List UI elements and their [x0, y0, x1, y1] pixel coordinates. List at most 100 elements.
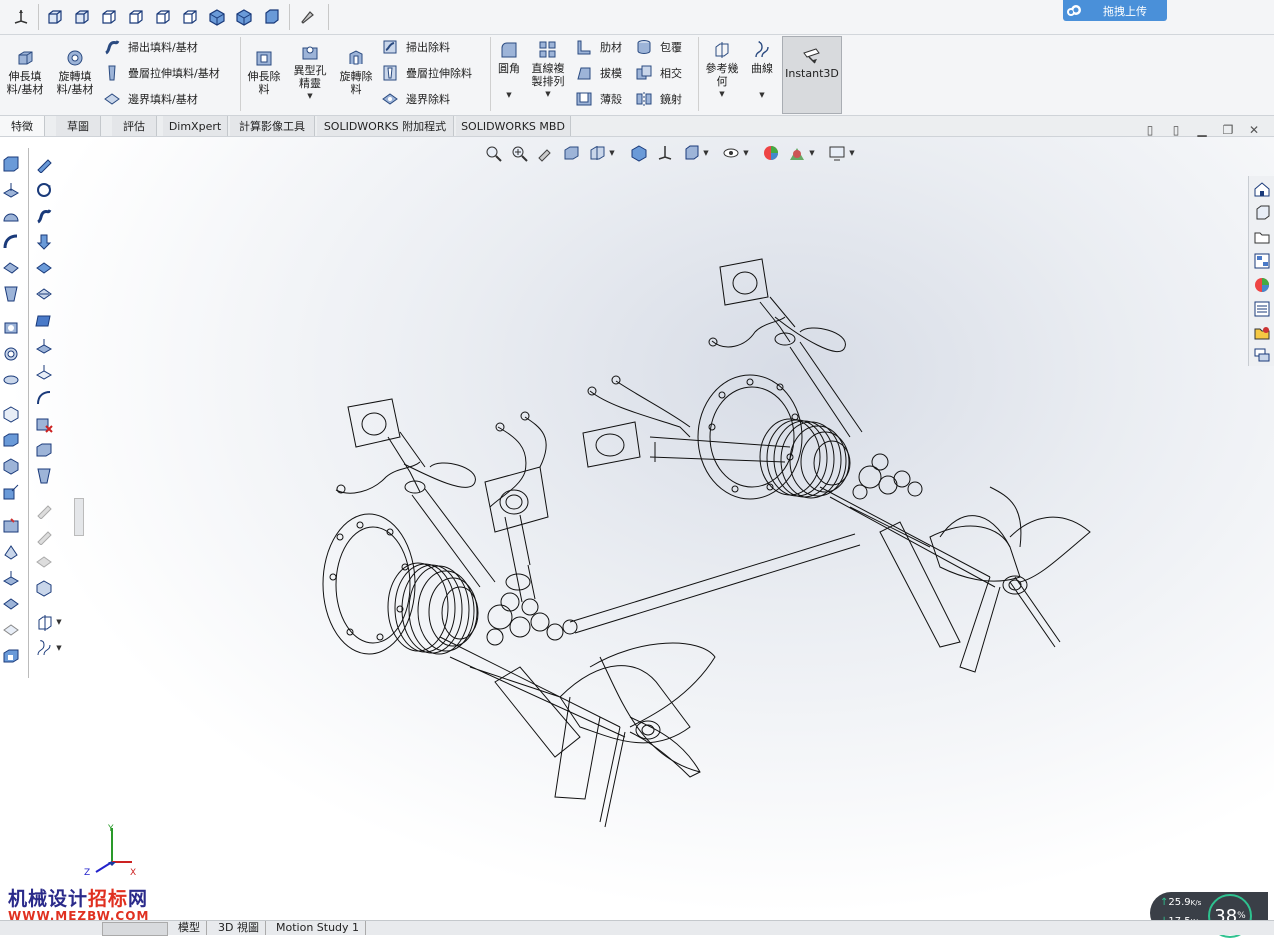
chevron-down-icon[interactable]: ▼: [506, 89, 511, 102]
boundary-icon[interactable]: [34, 258, 54, 278]
loft-boss-button[interactable]: 疊層拉伸填料/基材: [102, 63, 220, 83]
view-left-icon[interactable]: [98, 6, 120, 28]
cut-extrude-icon[interactable]: [34, 336, 54, 356]
surface-sweep-icon[interactable]: [1, 620, 21, 640]
fillet-button[interactable]: 圓角 ▼: [494, 39, 524, 102]
chevron-down-icon[interactable]: ▼: [740, 142, 752, 164]
design-library-icon[interactable]: [1251, 202, 1273, 224]
upload-button[interactable]: 拖拽上传: [1063, 0, 1167, 21]
restore-icon[interactable]: ❐: [1220, 122, 1236, 138]
tab-features[interactable]: 特徵: [0, 116, 45, 136]
hole-series-icon[interactable]: [1, 370, 21, 390]
tab-evaluate[interactable]: 評估: [112, 116, 157, 136]
dynamic-annotation-icon[interactable]: [586, 142, 608, 164]
rib-button[interactable]: 肋材: [574, 37, 622, 57]
view-settings-icon[interactable]: [826, 142, 848, 164]
extrude-cut-button[interactable]: 伸長除料: [244, 47, 284, 96]
custom-properties-icon[interactable]: [1251, 298, 1273, 320]
reference-axis-icon[interactable]: [34, 612, 54, 632]
close-icon[interactable]: ✕: [1246, 122, 1262, 138]
revolve-boss-button[interactable]: 旋轉填料/基材: [52, 47, 98, 96]
reference-geometry-button[interactable]: 參考幾何 ▼: [702, 39, 742, 101]
wrap-icon[interactable]: [1, 542, 21, 562]
extrude-boss-icon[interactable]: [34, 154, 54, 174]
draft-button[interactable]: 拔模: [574, 63, 622, 83]
view-back-icon[interactable]: [71, 6, 93, 28]
tile-right-icon[interactable]: ▯: [1168, 122, 1184, 138]
thread-icon[interactable]: [1, 318, 21, 338]
view-trimetric-icon[interactable]: [233, 6, 255, 28]
curves-button[interactable]: 曲線 ▼: [746, 39, 778, 102]
file-explorer-icon[interactable]: [1251, 226, 1273, 248]
zoom-to-area-icon[interactable]: [508, 142, 530, 164]
view-orientation-icon[interactable]: [628, 142, 650, 164]
appearances-icon[interactable]: [1251, 274, 1273, 296]
tab-render-tools[interactable]: 計算影像工具: [230, 116, 315, 136]
display-style-icon[interactable]: [680, 142, 702, 164]
loft-cut-icon[interactable]: [34, 466, 54, 486]
shell-button[interactable]: 薄殼: [574, 89, 622, 109]
shell-icon[interactable]: [34, 578, 54, 598]
hide-show-items-icon[interactable]: [720, 142, 742, 164]
tab-addins[interactable]: SOLIDWORKS 附加程式: [317, 116, 454, 136]
scale-icon[interactable]: [1, 482, 21, 502]
view-front-icon[interactable]: [44, 6, 66, 28]
sweep-icon[interactable]: [34, 206, 54, 226]
indent-icon[interactable]: [1, 516, 21, 536]
boundary-cut-button[interactable]: 邊界除料: [380, 89, 450, 109]
surface-extrude-icon[interactable]: [1, 568, 21, 588]
mirror-button[interactable]: 鏡射: [634, 89, 682, 109]
revolve-icon[interactable]: [34, 180, 54, 200]
coordinate-icon[interactable]: [10, 6, 32, 28]
revolve-cut-button[interactable]: 旋轉除料: [336, 47, 376, 96]
loft-cut-button[interactable]: 疊層拉伸除料: [380, 63, 472, 83]
intersect-button[interactable]: 相交: [634, 63, 682, 83]
view-isometric-icon[interactable]: [206, 6, 228, 28]
tab-sketch[interactable]: 草圖: [56, 116, 101, 136]
forum-chat-icon[interactable]: [1251, 344, 1273, 366]
coordinate-system-icon[interactable]: [654, 142, 676, 164]
curve-icon[interactable]: [34, 638, 54, 658]
extrude-thin-icon[interactable]: [1, 180, 21, 200]
plane-icon[interactable]: [34, 310, 54, 330]
collapse-handle[interactable]: [74, 498, 84, 536]
view-bottom-icon[interactable]: [179, 6, 201, 28]
previous-view-icon[interactable]: [534, 142, 556, 164]
tab-mbd[interactable]: SOLIDWORKS MBD: [456, 116, 571, 136]
section-view-icon[interactable]: [560, 142, 582, 164]
zoom-to-fit-icon[interactable]: [482, 142, 504, 164]
loft-icon[interactable]: [1, 284, 21, 304]
extrude-icon[interactable]: [1, 154, 21, 174]
normal-to-icon[interactable]: [296, 6, 318, 28]
loft-boss-icon[interactable]: [34, 232, 54, 252]
save-bodies-icon[interactable]: [1, 646, 21, 666]
linear-pattern-button[interactable]: 直線複製排列 ▼: [528, 39, 568, 101]
instant3d-button[interactable]: Instant3D: [782, 36, 842, 114]
split-icon[interactable]: [1, 404, 21, 424]
view-top-icon[interactable]: [152, 6, 174, 28]
minimize-icon[interactable]: ▁: [1194, 122, 1210, 138]
graphics-area[interactable]: [0, 137, 1274, 920]
tab-motion-study[interactable]: Motion Study 1: [270, 921, 367, 935]
delete-body-icon[interactable]: [34, 414, 54, 434]
cut-thin-icon[interactable]: [34, 362, 54, 382]
boundary-boss-button[interactable]: 邊界填料/基材: [102, 89, 198, 109]
chevron-down-icon[interactable]: ▼: [606, 142, 618, 164]
home-icon[interactable]: [1251, 178, 1273, 200]
deform-icon[interactable]: [1, 258, 21, 278]
view-palette-icon[interactable]: [1251, 250, 1273, 272]
chevron-down-icon[interactable]: ▼: [545, 88, 550, 101]
wrap-button[interactable]: 包覆: [634, 37, 682, 57]
sweep-cut-button[interactable]: 掃出除料: [380, 37, 450, 57]
chevron-down-icon[interactable]: ▼: [719, 88, 724, 101]
extrude-boss-button[interactable]: 伸長填料/基材: [4, 47, 46, 96]
chevron-down-icon[interactable]: ▼: [806, 142, 818, 164]
chevron-down-icon[interactable]: ▼: [700, 142, 712, 164]
boundary-cut-icon[interactable]: [34, 284, 54, 304]
view-right-icon[interactable]: [125, 6, 147, 28]
apply-scene-icon[interactable]: [786, 142, 808, 164]
chevron-down-icon[interactable]: ▼: [307, 90, 312, 103]
sweep-boss-button[interactable]: 掃出填料/基材: [102, 37, 198, 57]
cavity-icon[interactable]: [34, 440, 54, 460]
view-dimetric-icon[interactable]: [260, 6, 282, 28]
